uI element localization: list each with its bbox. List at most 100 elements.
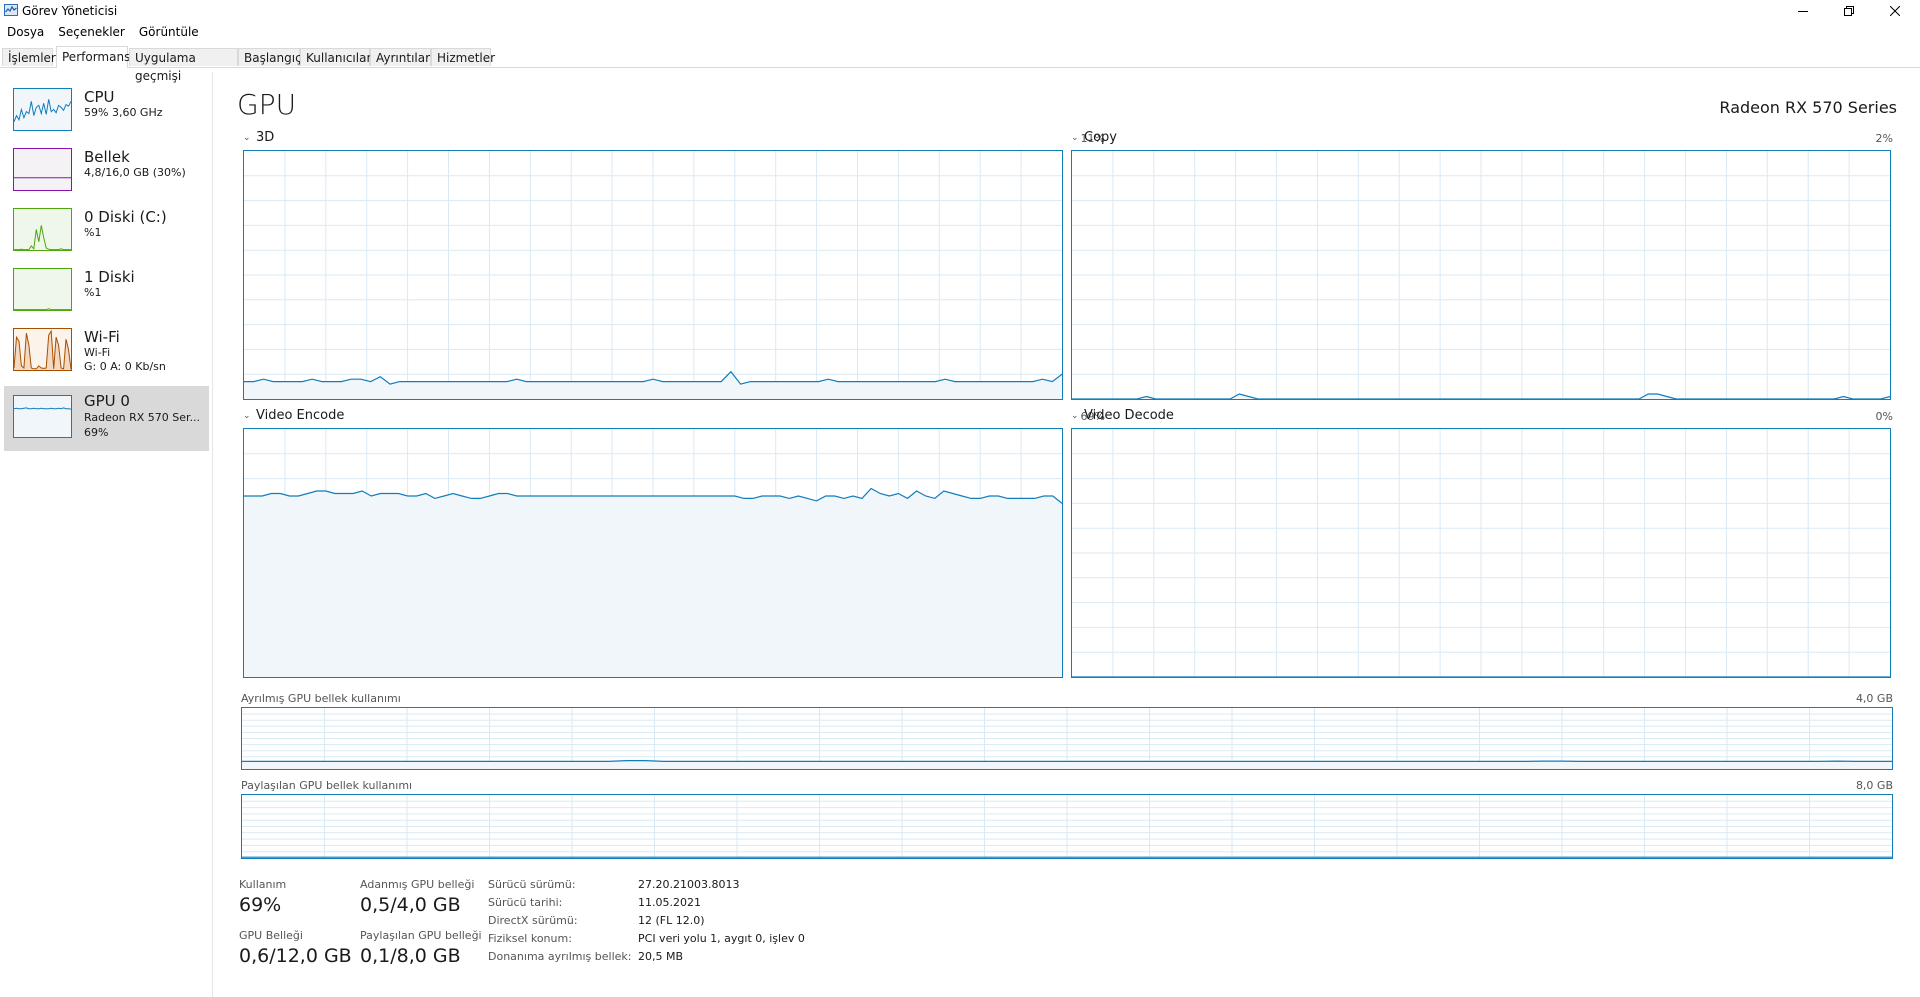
sidebar-item-gpu0[interactable]: GPU 0 Radeon RX 570 Ser... 69%	[4, 386, 209, 451]
physical-location-label: Fiziksel konum:	[488, 932, 572, 945]
driver-version-value: 27.20.21003.8013	[638, 878, 740, 891]
disk0-thumbnail	[13, 208, 72, 251]
shared-memory-graph-max: 8,0 GB	[1855, 779, 1893, 792]
graph-3d-title: 3D	[256, 130, 275, 145]
tab-app-history[interactable]: Uygulama geçmişi	[129, 48, 238, 83]
restore-icon	[1844, 6, 1854, 16]
window-title: Görev Yöneticisi	[22, 4, 118, 18]
thumbnail-frame	[13, 268, 72, 311]
tab-users[interactable]: Kullanıcılar	[300, 48, 371, 66]
sidebar-item-subtitle-2: 69%	[84, 426, 109, 439]
gpu-memory-label: GPU Belleği	[239, 929, 303, 942]
graph-video-decode-svg	[1072, 429, 1890, 677]
tab-bar: İşlemler Performans Uygulama geçmişi Baş…	[0, 46, 1920, 83]
tab-processes[interactable]: İşlemler	[2, 48, 56, 66]
hardware-reserved-memory-label: Donanıma ayrılmış bellek:	[488, 950, 632, 963]
menu-file[interactable]: Dosya	[0, 22, 51, 42]
close-icon	[1890, 6, 1900, 16]
sidebar-item-title: Bellek	[84, 148, 130, 166]
graph-copy-label[interactable]: ⌄ Copy	[1071, 130, 1117, 145]
chevron-down-icon: ⌄	[243, 411, 251, 421]
tab-details[interactable]: Ayrıntılar	[370, 48, 431, 66]
sidebar-item-disk1[interactable]: 1 Diski %1	[4, 266, 209, 326]
dedicated-memory-graph-label: Ayrılmış GPU bellek kullanımı	[241, 692, 401, 705]
dedicated-memory-graph-max: 4,0 GB	[1855, 692, 1893, 705]
disk1-thumbnail	[13, 268, 72, 311]
graph-video-encode-title: Video Encode	[256, 408, 345, 423]
tab-services[interactable]: Hizmetler	[431, 48, 495, 66]
graph-3d-label[interactable]: ⌄ 3D	[243, 130, 274, 145]
graph-copy-svg	[1072, 151, 1890, 399]
sidebar-item-title: 1 Diski	[84, 268, 135, 286]
graph-video-decode	[1071, 428, 1891, 678]
gpu-detail-panel: GPU Radeon RX 570 Series ⌄ 3D 11% ⌄ Copy 2…	[237, 72, 1897, 992]
dedicated-memory-graph	[241, 707, 1893, 770]
sidebar-item-subtitle: 4,8/16,0 GB (30%)	[84, 166, 186, 179]
usage-value: 69%	[239, 894, 282, 916]
sidebar-item-wifi[interactable]: Wi-Fi Wi-Fi G: 0 A: 0 Kb/sn	[4, 326, 209, 386]
title-bar[interactable]: Görev Yöneticisi	[0, 0, 1920, 22]
sidebar-item-title: GPU 0	[84, 392, 130, 410]
cpu-thumbnail	[13, 88, 72, 131]
menu-view[interactable]: Görüntüle	[132, 22, 206, 42]
graph-3d-svg	[244, 151, 1062, 399]
shared-memory-graph-svg	[242, 795, 1892, 858]
performance-sidebar: CPU 59% 3,60 GHz Bellek 4,8/16,0 GB (30%…	[0, 72, 213, 997]
menu-bar: Dosya Seçenekler Görüntüle	[0, 22, 206, 42]
tab-performance[interactable]: Performans	[56, 46, 130, 68]
close-button[interactable]	[1872, 0, 1918, 22]
sidebar-item-disk0[interactable]: 0 Diski (C:) %1	[4, 206, 209, 266]
hardware-reserved-memory-value: 20,5 MB	[638, 950, 684, 963]
thumbnail-frame	[13, 328, 72, 371]
minimize-icon	[1798, 11, 1808, 12]
gpu0-thumbnail	[13, 395, 72, 438]
gpu-model-name: Radeon RX 570 Series	[1719, 98, 1897, 117]
sidebar-item-subtitle: 59% 3,60 GHz	[84, 106, 163, 119]
graph-video-encode-svg	[244, 429, 1062, 677]
memory-thumbnail	[13, 148, 72, 191]
dedicated-memory-graph-svg	[242, 708, 1892, 769]
chevron-down-icon: ⌄	[243, 133, 251, 143]
graph-3d	[243, 150, 1063, 400]
graph-copy	[1071, 150, 1891, 400]
task-manager-window: Görev Yöneticisi Dosya Seçenekler Görünt…	[0, 0, 1920, 997]
menu-options[interactable]: Seçenekler	[51, 22, 132, 42]
chevron-down-icon: ⌄	[1071, 133, 1079, 143]
graph-copy-title: Copy	[1084, 130, 1117, 145]
driver-date-value: 11.05.2021	[638, 896, 701, 909]
graph-video-encode-label[interactable]: ⌄ Video Encode	[243, 408, 344, 423]
task-manager-app-icon	[4, 4, 18, 16]
sidebar-item-memory[interactable]: Bellek 4,8/16,0 GB (30%)	[4, 146, 209, 206]
sidebar-item-subtitle: %1	[84, 226, 102, 239]
shared-gpu-memory-value: 0,1/8,0 GB	[360, 945, 461, 967]
sidebar-item-title: CPU	[84, 88, 115, 106]
thumbnail-frame	[13, 148, 72, 191]
sidebar-item-subtitle: %1	[84, 286, 102, 299]
graph-video-encode	[243, 428, 1063, 678]
sidebar-item-subtitle-2: G: 0 A: 0 Kb/sn	[84, 360, 166, 373]
minimize-button[interactable]	[1780, 0, 1826, 22]
series-area	[244, 488, 1062, 677]
graph-video-decode-percent: 0%	[1875, 410, 1893, 423]
graph-copy-percent: 2%	[1875, 132, 1893, 145]
usage-label: Kullanım	[239, 878, 287, 891]
gpu-memory-value: 0,6/12,0 GB	[239, 945, 352, 967]
dedicated-gpu-memory-label: Adanmış GPU belleği	[360, 878, 475, 891]
dedicated-gpu-memory-value: 0,5/4,0 GB	[360, 894, 461, 916]
sidebar-item-cpu[interactable]: CPU 59% 3,60 GHz	[4, 86, 209, 146]
directx-version-label: DirectX sürümü:	[488, 914, 578, 927]
page-title: GPU	[237, 88, 297, 121]
sidebar-item-subtitle: Radeon RX 570 Ser...	[84, 411, 201, 424]
restore-button[interactable]	[1826, 0, 1872, 22]
thumbnail-frame	[13, 395, 72, 438]
tab-startup[interactable]: Başlangıç	[238, 48, 302, 66]
graph-video-decode-label[interactable]: ⌄ Video Decode	[1071, 408, 1174, 423]
shared-memory-graph	[241, 794, 1893, 859]
wifi-thumbnail	[13, 328, 72, 371]
shared-memory-graph-label: Paylaşılan GPU bellek kullanımı	[241, 779, 413, 792]
sidebar-item-title: Wi-Fi	[84, 328, 120, 346]
sidebar-item-title: 0 Diski (C:)	[84, 208, 167, 226]
graph-video-decode-title: Video Decode	[1084, 408, 1174, 423]
driver-version-label: Sürücü sürümü:	[488, 878, 576, 891]
sidebar-item-subtitle: Wi-Fi	[84, 346, 111, 359]
